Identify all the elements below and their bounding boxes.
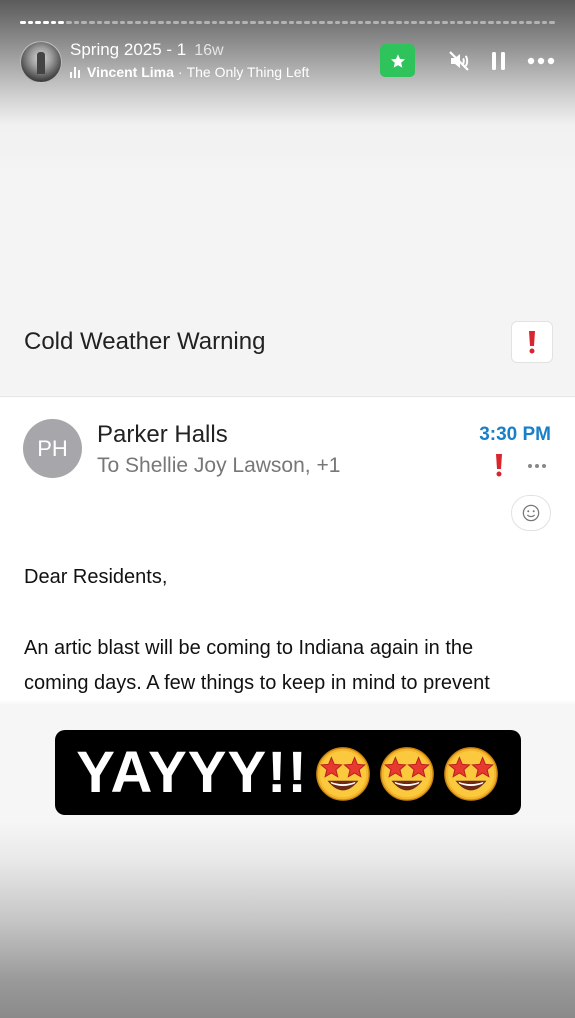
- music-separator: ·: [177, 64, 183, 80]
- mute-button[interactable]: [445, 47, 473, 75]
- star-struck-emoji-icon: [443, 746, 498, 801]
- music-song: The Only Thing Left: [186, 64, 310, 80]
- story-progress-bar: [20, 21, 556, 24]
- email-body-line: An artic blast will be coming to Indiana…: [24, 637, 474, 659]
- profile-avatar[interactable]: [20, 41, 62, 83]
- email-body-line: coming days. A few things to keep in min…: [24, 672, 490, 694]
- star-struck-emoji-icon: [379, 746, 434, 801]
- more-options-button[interactable]: [527, 47, 555, 75]
- react-button[interactable]: [511, 495, 551, 531]
- story-header: Spring 2025 - 1 16w Vincent Lima · The On…: [20, 40, 555, 84]
- pause-icon: [492, 51, 505, 70]
- email-subject: Cold Weather Warning: [24, 328, 266, 355]
- more-horizontal-icon: [528, 464, 546, 468]
- close-friends-star-button[interactable]: [380, 44, 415, 77]
- exclamation-flag-icon: [529, 331, 535, 354]
- star-struck-emoji-icon: [315, 746, 370, 801]
- speaker-muted-icon: [449, 50, 469, 71]
- message-more-button[interactable]: [527, 456, 547, 474]
- flagged-icon: [494, 453, 504, 482]
- sender-avatar: PH: [23, 419, 82, 478]
- email-greeting: Dear Residents,: [24, 566, 168, 588]
- header-divider: [0, 396, 575, 397]
- music-artist: Vincent Lima: [87, 64, 174, 80]
- story-background: [0, 0, 575, 1018]
- audio-wave-icon: [70, 66, 80, 78]
- star-icon: [390, 53, 405, 68]
- sticker-text: YAYYY!!: [76, 740, 308, 805]
- music-attribution[interactable]: Vincent Lima · The Only Thing Left: [70, 64, 309, 80]
- pause-button[interactable]: [485, 47, 513, 75]
- recipients-line: To Shellie Joy Lawson, +1: [97, 454, 341, 477]
- story-title[interactable]: Spring 2025 - 1: [70, 40, 186, 59]
- story-age: 16w: [194, 42, 224, 59]
- flag-button[interactable]: [511, 321, 553, 363]
- email-time: 3:30 PM: [479, 424, 551, 445]
- sender-name: Parker Halls: [97, 421, 228, 448]
- more-horizontal-icon: [527, 57, 555, 64]
- text-sticker[interactable]: YAYYY!!: [55, 730, 521, 815]
- story-title-line: Spring 2025 - 1 16w: [70, 40, 224, 60]
- story-controls: [380, 44, 555, 77]
- smiley-icon: [522, 504, 540, 522]
